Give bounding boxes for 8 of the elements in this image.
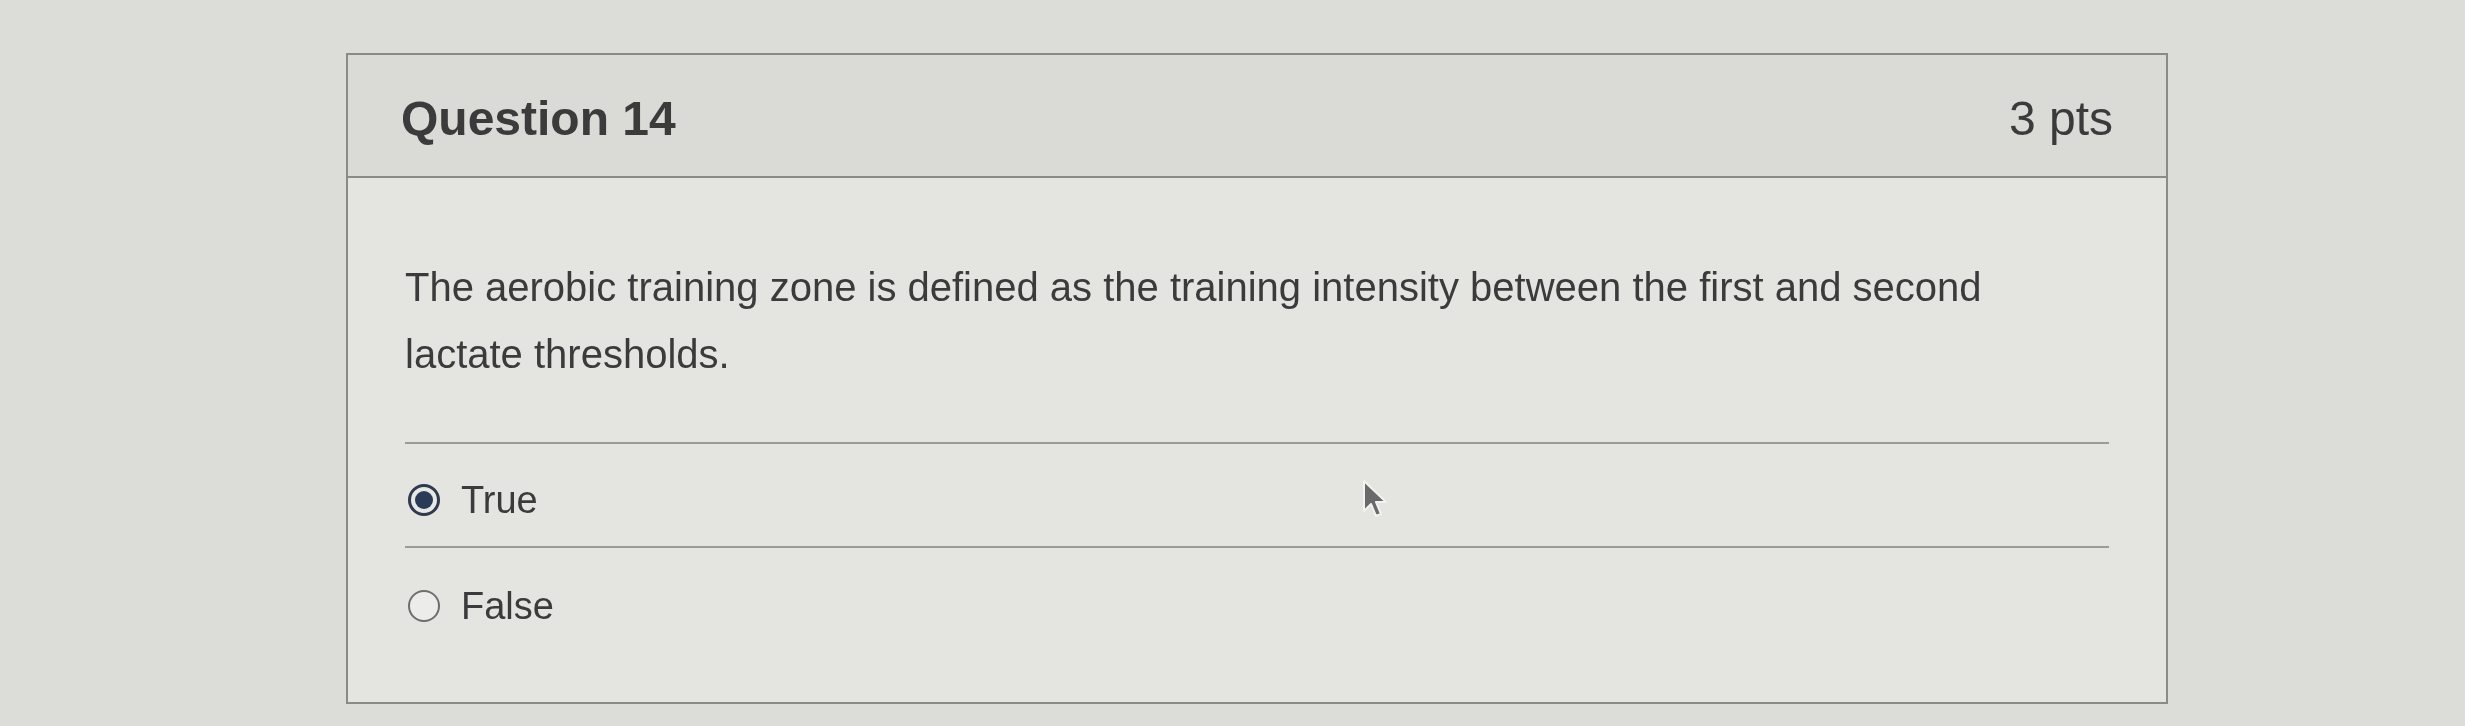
radio-button[interactable] [408, 484, 440, 516]
answer-label: True [461, 478, 538, 522]
question-title: Question 14 [401, 90, 676, 147]
radio-button[interactable] [408, 590, 440, 622]
points-label: 3 pts [2008, 90, 2113, 147]
cursor-icon [1362, 479, 1388, 519]
question-text: The aerobic training zone is defined as the training intensity between the first and second lactate thresholds. [405, 264, 1983, 378]
answer-label: False [461, 584, 554, 628]
